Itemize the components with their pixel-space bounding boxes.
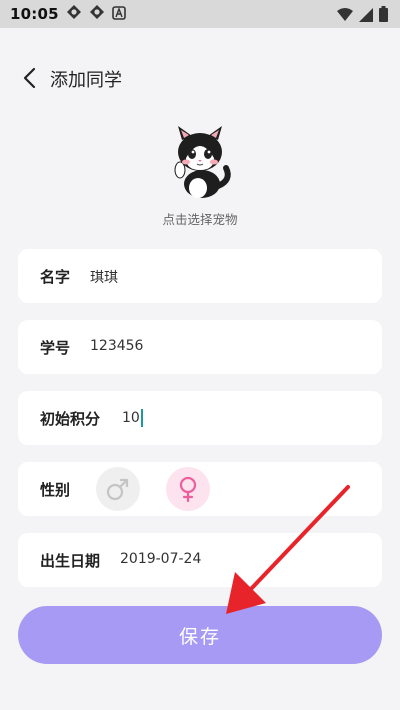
initial-points-input[interactable]: 10 [122, 409, 143, 427]
pet-hint: 点击选择宠物 [162, 212, 238, 227]
save-button[interactable]: 保存 [18, 606, 382, 664]
female-icon [179, 476, 197, 502]
header: 添加同学 [0, 58, 400, 98]
text-icon [111, 5, 126, 24]
save-button-label: 保存 [178, 625, 221, 648]
birthday-label: 出生日期 [40, 552, 101, 570]
signal-icon [359, 7, 373, 26]
status-bar: 10:05 [0, 0, 400, 28]
gear-icon [66, 4, 82, 24]
status-time: 10:05 [10, 5, 59, 23]
student-id-value[interactable]: 123456 [90, 338, 143, 354]
name-value[interactable]: 琪琪 [90, 267, 118, 287]
initial-points-field[interactable]: 初始积分 10 [18, 391, 382, 445]
student-id-field[interactable]: 学号 123456 [18, 320, 382, 374]
male-icon [106, 478, 129, 501]
birthday-value[interactable]: 2019-07-24 [120, 551, 201, 567]
birthday-field[interactable]: 出生日期 2019-07-24 [18, 533, 382, 587]
student-id-label: 学号 [40, 339, 71, 357]
gender-label: 性别 [40, 481, 71, 499]
gear-icon [89, 4, 105, 24]
gender-male-button[interactable] [96, 467, 140, 511]
gender-female-button[interactable] [166, 467, 210, 511]
name-label: 名字 [40, 268, 71, 286]
cat-icon [174, 126, 231, 198]
chevron-left-icon [23, 67, 36, 89]
text-cursor [140, 409, 143, 427]
battery-icon [379, 6, 388, 26]
name-field[interactable]: 名字 琪琪 [18, 249, 382, 303]
back-button[interactable] [18, 66, 42, 90]
initial-points-label: 初始积分 [40, 410, 101, 428]
wifi-icon [337, 7, 353, 26]
gender-field: 性别 [18, 462, 382, 516]
initial-points-value: 10 [122, 410, 140, 426]
pet-avatar[interactable] [162, 122, 238, 202]
page-title: 添加同学 [50, 70, 122, 91]
